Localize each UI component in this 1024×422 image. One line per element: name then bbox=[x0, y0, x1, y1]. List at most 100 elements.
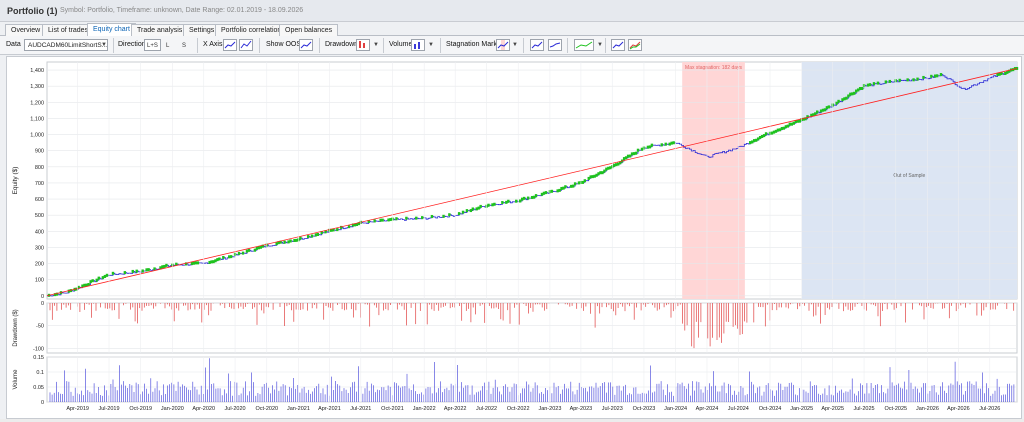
x-axis-tick: Oct-2019 bbox=[129, 406, 152, 412]
x-axis-tick: Oct-2025 bbox=[884, 406, 907, 412]
x-axis-tick: Jul-2020 bbox=[225, 406, 246, 412]
volume-y-tick: 0.1 bbox=[36, 370, 44, 376]
direction-label: Direction bbox=[118, 41, 146, 48]
volume-icon[interactable] bbox=[411, 39, 425, 51]
new-high-marker bbox=[103, 274, 107, 278]
app-window: Portfolio (1) Symbol: Portfolio, Timefra… bbox=[0, 0, 1024, 419]
window-subtitle: Symbol: Portfolio, Timeframe: unknown, D… bbox=[60, 7, 304, 14]
chevron-down-icon[interactable]: ▼ bbox=[512, 42, 518, 48]
new-high-marker bbox=[465, 209, 469, 213]
equity-y-tick: 1,200 bbox=[30, 100, 44, 106]
stagnation-marker-label: Stagnation Marker bbox=[446, 41, 504, 48]
chevron-down-icon[interactable]: ▼ bbox=[373, 42, 379, 48]
data-select-value: AUDCADM60LimitShortS... bbox=[28, 42, 108, 49]
new-high-marker bbox=[534, 194, 538, 198]
toolbar-divider bbox=[567, 38, 568, 53]
new-high-marker bbox=[141, 269, 144, 273]
new-high-marker bbox=[526, 196, 530, 200]
chevron-down-icon[interactable]: ▼ bbox=[428, 42, 434, 48]
drawdown-icon[interactable] bbox=[356, 39, 370, 51]
direction-short-button[interactable]: S bbox=[179, 39, 189, 51]
new-high-marker bbox=[196, 261, 200, 265]
new-high-marker bbox=[916, 77, 919, 81]
x-axis-date-icon[interactable] bbox=[223, 39, 237, 51]
tab-bar: Overview List of trades Equity chart Tra… bbox=[0, 22, 1024, 36]
equity-y-tick: 1,300 bbox=[30, 84, 44, 90]
multi-line-chart-icon bbox=[629, 41, 641, 50]
drawdown-label: Drawdown bbox=[325, 41, 359, 48]
x-axis-tick: Jan-2023 bbox=[538, 406, 561, 412]
new-high-marker bbox=[105, 273, 109, 277]
x-axis-tick: Apr-2019 bbox=[66, 406, 89, 412]
x-axis-tick: Jan-2021 bbox=[287, 406, 310, 412]
show-oos-icon[interactable] bbox=[299, 39, 313, 51]
new-high-marker bbox=[898, 78, 901, 82]
tab-equity-chart[interactable]: Equity chart bbox=[87, 23, 136, 36]
equity-view-icon[interactable] bbox=[530, 39, 544, 51]
equity-y-tick: 100 bbox=[35, 278, 44, 284]
new-high-marker bbox=[672, 141, 675, 145]
x-axis-tick: Jul-2022 bbox=[476, 406, 497, 412]
new-high-marker bbox=[479, 204, 482, 208]
multi-series-icon[interactable] bbox=[628, 39, 642, 51]
new-high-marker bbox=[660, 143, 663, 147]
x-axis-tick: Apr-2022 bbox=[444, 406, 467, 412]
new-high-marker bbox=[95, 278, 98, 282]
new-high-marker bbox=[906, 78, 909, 82]
new-high-marker bbox=[135, 269, 138, 273]
chart-style-icon[interactable] bbox=[574, 39, 594, 51]
new-high-marker bbox=[930, 74, 933, 78]
new-high-marker bbox=[415, 216, 418, 220]
new-high-marker bbox=[515, 199, 518, 203]
toolbar-divider bbox=[523, 38, 524, 53]
new-high-marker bbox=[650, 143, 654, 147]
stagnation-icon[interactable] bbox=[496, 39, 510, 51]
x-axis-trades-icon[interactable] bbox=[239, 39, 253, 51]
tab-portfolio-correlation[interactable]: Portfolio correlation bbox=[215, 24, 288, 36]
chart-toolbar: Data AUDCADM60LimitShortS... ▼ Direction… bbox=[0, 36, 1024, 55]
export-chart-icon[interactable] bbox=[611, 39, 625, 51]
new-high-marker bbox=[289, 239, 292, 243]
new-high-marker bbox=[868, 83, 872, 87]
toolbar-divider bbox=[440, 38, 441, 53]
drawdown-y-tick: -100 bbox=[33, 346, 44, 352]
x-axis-tick: Jan-2026 bbox=[916, 406, 939, 412]
data-label: Data bbox=[6, 41, 21, 48]
direction-long-button[interactable]: L bbox=[163, 39, 172, 51]
equity-y-tick: 900 bbox=[35, 149, 44, 155]
tab-overview[interactable]: Overview bbox=[5, 24, 47, 36]
new-high-marker bbox=[564, 185, 567, 189]
x-axis-tick: Jul-2019 bbox=[98, 406, 119, 412]
chevron-down-icon[interactable]: ▼ bbox=[597, 42, 603, 48]
new-high-marker bbox=[872, 82, 876, 86]
toolbar-divider bbox=[113, 38, 114, 53]
new-high-marker bbox=[636, 148, 640, 152]
balance-view-icon[interactable] bbox=[548, 39, 562, 51]
x-axis-tick: Apr-2024 bbox=[696, 406, 719, 412]
data-select[interactable]: AUDCADM60LimitShortS... bbox=[24, 39, 108, 51]
volume-y-tick: 0 bbox=[41, 400, 44, 406]
new-high-marker bbox=[131, 269, 134, 273]
new-high-marker bbox=[153, 267, 156, 271]
x-axis-label: X Axis bbox=[203, 41, 223, 48]
toolbar-divider bbox=[319, 38, 320, 53]
equity-chart: Max stagnation: 182 daysOut of Sample010… bbox=[12, 61, 1019, 412]
x-axis-tick: Apr-2023 bbox=[570, 406, 593, 412]
tab-trade-analysis[interactable]: Trade analysis bbox=[131, 24, 189, 36]
equity-y-tick: 600 bbox=[35, 197, 44, 203]
new-high-marker bbox=[91, 279, 94, 283]
volume-y-tick: 0.05 bbox=[33, 385, 44, 391]
new-high-marker bbox=[884, 80, 888, 84]
new-high-marker bbox=[837, 99, 840, 103]
drawdown-y-tick: 0 bbox=[41, 301, 44, 307]
new-high-marker bbox=[316, 233, 320, 237]
volume-bars-icon bbox=[414, 42, 420, 49]
chart-panel: Max stagnation: 182 days Out of Sample 0 10… bbox=[6, 56, 1022, 419]
stagnation-chart-icon bbox=[497, 40, 509, 50]
volume-label: Volume bbox=[389, 41, 413, 48]
new-high-marker bbox=[507, 199, 510, 203]
direction-ls-button[interactable]: L+S bbox=[144, 39, 161, 51]
line-chart-icon bbox=[531, 41, 543, 49]
drawdown-bars-icon bbox=[359, 41, 365, 48]
tab-open-balances[interactable]: Open balances bbox=[279, 24, 339, 36]
